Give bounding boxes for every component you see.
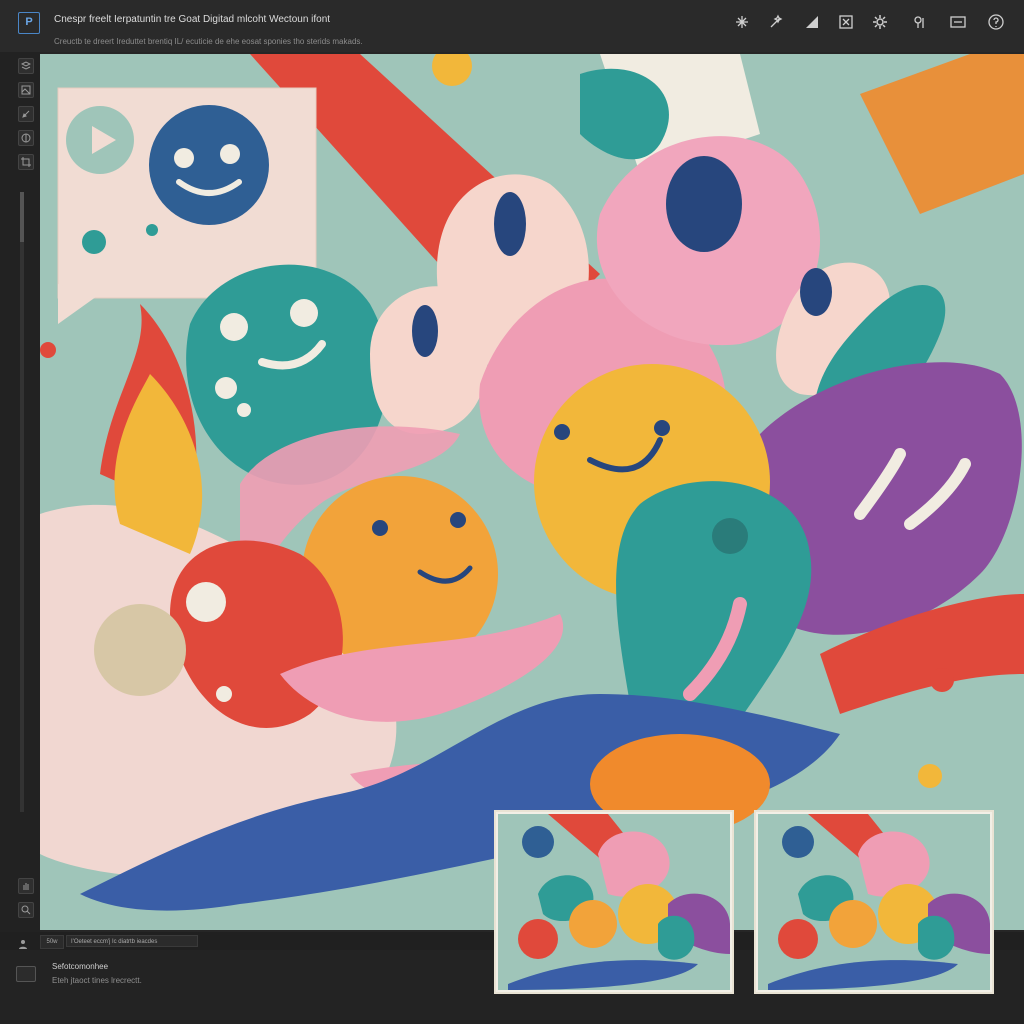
preview-icon[interactable]: [948, 12, 968, 32]
image-icon[interactable]: [18, 82, 34, 98]
app-logo[interactable]: P: [18, 12, 40, 34]
adjust-icon[interactable]: [18, 130, 34, 146]
zoom-level-field[interactable]: 50w: [40, 935, 64, 949]
hand-icon[interactable]: [18, 878, 34, 894]
document-subtitle: Creuctb te dreert Ireduttet brentiq IL/ …: [54, 37, 363, 46]
thumbnail-artwork: [758, 814, 990, 990]
panel-title: Sefotcomonhee: [52, 962, 109, 971]
panel-description: Eteh jtaoct tines lrecrectt.: [52, 976, 142, 985]
user-icon[interactable]: [18, 936, 28, 949]
layers-icon[interactable]: [18, 58, 34, 74]
brush-icon[interactable]: [18, 106, 34, 122]
left-toolbar: [0, 52, 40, 932]
vertical-scrollbar[interactable]: [20, 192, 24, 812]
crop-icon[interactable]: [18, 154, 34, 170]
top-bar: P Cnespr freelt Ierpatuntin tre Goat Dig…: [0, 0, 1024, 52]
help-icon[interactable]: [986, 12, 1006, 32]
vertical-scrollbar-thumb[interactable]: [20, 192, 24, 242]
sparkle-icon[interactable]: [732, 12, 752, 32]
transform-icon[interactable]: [836, 12, 856, 32]
variation-thumbnail-2[interactable]: [754, 810, 994, 994]
panel-icon[interactable]: [16, 966, 36, 982]
document-info-field: I'Oeteet eccm'j Ic diatrtb ieacdes: [66, 935, 198, 947]
magic-wand-icon[interactable]: [766, 12, 786, 32]
settings-icon[interactable]: [870, 12, 890, 32]
artwork-canvas[interactable]: [40, 54, 1024, 930]
thumbnail-artwork: [498, 814, 730, 990]
info-icon[interactable]: [910, 12, 930, 32]
ruler-icon[interactable]: [802, 12, 822, 32]
zoom-icon[interactable]: [18, 902, 34, 918]
variation-thumbnail-1[interactable]: [494, 810, 734, 994]
artwork-illustration: [40, 54, 1024, 930]
document-title: Cnespr freelt Ierpatuntin tre Goat Digit…: [54, 14, 331, 25]
